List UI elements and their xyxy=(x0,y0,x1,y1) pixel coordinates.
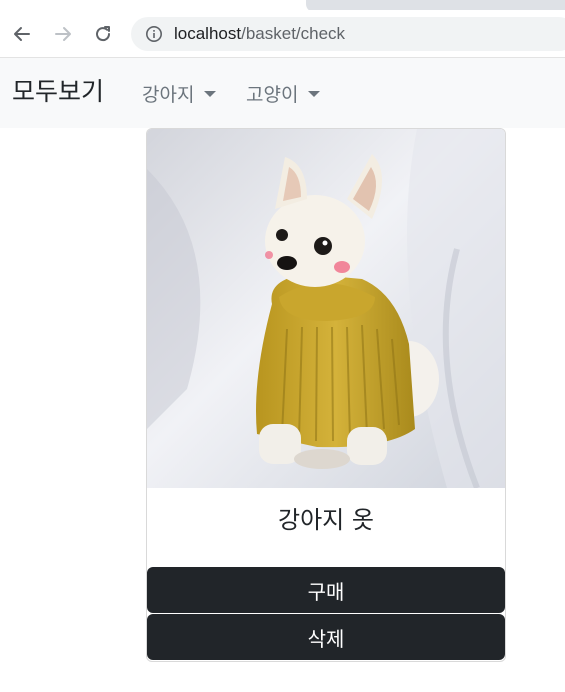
site-navbar: 모두보기 강아지 고양이 xyxy=(0,58,565,128)
address-bar[interactable]: localhost/basket/check xyxy=(131,17,565,51)
delete-button[interactable]: 삭제 xyxy=(147,614,505,660)
dog-in-sweater-illustration xyxy=(147,129,505,488)
nav-dropdown-label: 강아지 xyxy=(142,83,195,106)
url-host: localhost xyxy=(174,24,242,43)
product-card: 강아지 옷 구매 삭제 xyxy=(146,128,506,662)
caret-down-icon xyxy=(204,91,217,97)
browser-tab-strip xyxy=(0,0,565,12)
nav-dropdown-dogs[interactable]: 강아지 xyxy=(142,80,217,106)
url-text[interactable]: localhost/basket/check xyxy=(174,25,345,43)
reload-button[interactable] xyxy=(90,21,116,47)
caret-down-icon xyxy=(308,91,321,97)
buy-button[interactable]: 구매 xyxy=(147,567,505,613)
browser-toolbar: localhost/basket/check xyxy=(0,10,565,58)
forward-button[interactable] xyxy=(50,21,76,47)
nav-dropdown-label: 고양이 xyxy=(246,83,299,106)
nav-dropdown-cats[interactable]: 고양이 xyxy=(246,80,321,106)
reload-icon xyxy=(96,26,111,42)
arrow-left-icon xyxy=(14,27,30,41)
product-image xyxy=(147,129,505,488)
arrow-right-icon xyxy=(55,27,71,41)
back-button[interactable] xyxy=(9,21,35,47)
product-name: 강아지 옷 xyxy=(278,506,374,534)
brand-link[interactable]: 모두보기 xyxy=(12,77,104,107)
url-path: /basket/check xyxy=(241,24,346,43)
info-icon[interactable] xyxy=(145,25,163,43)
